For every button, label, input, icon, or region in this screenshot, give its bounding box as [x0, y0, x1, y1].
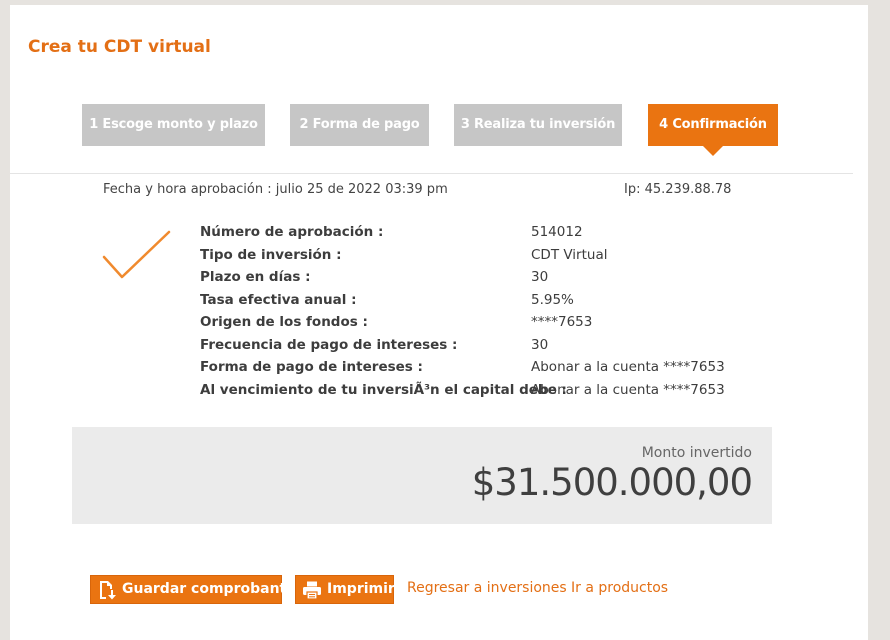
approval-datetime-label: Fecha y hora aprobación :: [103, 182, 272, 197]
save-receipt-button[interactable]: Guardar comprobante: [90, 575, 296, 604]
detail-value: Abonar a la cuenta ****7653: [531, 359, 725, 375]
download-document-icon: [100, 581, 116, 600]
detail-value: ****7653: [531, 314, 593, 330]
step-2-forma-de-pago: 2 Forma de pago: [290, 104, 429, 146]
detail-label: Plazo en días :: [200, 269, 311, 285]
detail-label: Al vencimiento de tu inversiÃ³n el capit…: [200, 381, 567, 398]
invested-amount-label: Monto invertido: [641, 445, 752, 461]
go-to-products-link[interactable]: Ir a productos: [571, 580, 668, 596]
step-1-escoge-monto: 1 Escoge monto y plazo: [82, 104, 265, 146]
detail-label: Tasa efectiva anual :: [200, 291, 357, 308]
detail-label: Número de aprobación :: [200, 224, 384, 240]
detail-row: Forma de pago de intereses : Abonar a la…: [200, 359, 800, 381]
detail-value: 514012: [531, 224, 583, 240]
print-button[interactable]: Imprimir: [295, 575, 395, 604]
detail-row: Tipo de inversión : CDT Virtual: [200, 247, 800, 269]
detail-label: Origen de los fondos :: [200, 314, 368, 330]
print-label: Imprimir: [327, 581, 395, 597]
step-label: 4 Confirmación: [659, 117, 767, 132]
save-receipt-label: Guardar comprobante: [122, 581, 296, 597]
detail-row: Origen de los fondos : ****7653: [200, 314, 800, 336]
detail-value: Abonar a la cuenta ****7653: [531, 381, 725, 398]
detail-label: Tipo de inversión :: [200, 246, 342, 263]
page-title: Crea tu CDT virtual: [28, 37, 211, 57]
step-3-realiza-inversion: 3 Realiza tu inversión: [454, 104, 622, 146]
detail-value: CDT Virtual: [531, 246, 608, 263]
approval-datetime: Fecha y hora aprobación : julio 25 de 20…: [103, 182, 448, 197]
detail-row: Frecuencia de pago de intereses : 30: [200, 337, 800, 359]
detail-value: 5.95%: [531, 291, 574, 308]
check-icon: [102, 230, 171, 279]
step-4-confirmacion: 4 Confirmación: [648, 104, 778, 156]
detail-value: 30: [531, 269, 549, 285]
detail-row: Plazo en días : 30: [200, 269, 800, 291]
step-label: 3 Realiza tu inversión: [460, 117, 616, 132]
detail-label: Forma de pago de intereses :: [200, 359, 423, 375]
detail-row: Tasa efectiva anual : 5.95%: [200, 292, 800, 314]
active-step-pointer: [703, 146, 723, 156]
approval-datetime-value: julio 25 de 2022 03:39 pm: [275, 182, 448, 197]
detail-value: 30: [531, 336, 549, 353]
printer-icon: [303, 581, 321, 600]
ip-address: Ip: 45.239.88.78: [624, 182, 731, 197]
detail-row: Al vencimiento de tu inversiÃ³n el capit…: [200, 382, 800, 404]
step-label: 2 Forma de pago: [299, 117, 420, 132]
confirmation-card: Crea tu CDT virtual 1 Escoge monto y pla…: [10, 5, 868, 640]
detail-row: Número de aprobación : 514012: [200, 224, 800, 246]
step-label: 1 Escoge monto y plazo: [89, 117, 258, 132]
ip-value: 45.239.88.78: [644, 182, 732, 197]
divider: [10, 173, 853, 174]
back-to-investments-link[interactable]: Regresar a inversiones: [407, 580, 567, 596]
ip-label: Ip:: [624, 182, 641, 197]
invested-amount-value: $31.500.000,00: [471, 461, 753, 504]
detail-label: Frecuencia de pago de intereses :: [200, 336, 458, 353]
invested-amount-box: Monto invertido $31.500.000,00: [72, 427, 772, 524]
